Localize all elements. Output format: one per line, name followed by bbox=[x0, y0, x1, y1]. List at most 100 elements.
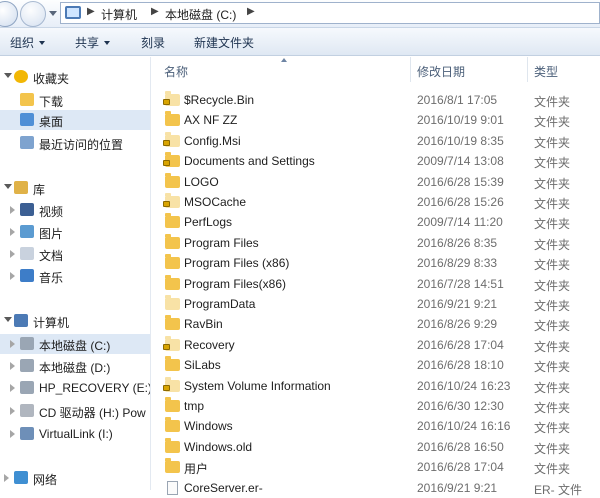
nav-item-11[interactable]: 本地磁盘 (D:) bbox=[0, 356, 150, 376]
chevron-down-icon bbox=[104, 41, 111, 45]
file-row[interactable]: SiLabs 2016/6/28 18:10 文件夹 bbox=[151, 355, 600, 375]
file-type: 文件夹 bbox=[534, 156, 571, 171]
file-row[interactable]: tmp 2016/6/30 12:30 文件夹 bbox=[151, 396, 600, 416]
file-row[interactable]: Windows 2016/10/24 16:16 文件夹 bbox=[151, 416, 600, 436]
nav-item-1[interactable]: 下载 bbox=[0, 90, 150, 110]
file-row[interactable]: Recovery 2016/6/28 17:04 文件夹 bbox=[151, 335, 600, 355]
nav-item-5[interactable]: 视频 bbox=[0, 200, 150, 220]
collapse-arrow-icon[interactable] bbox=[4, 184, 12, 189]
nav-item-0[interactable]: 收藏夹 bbox=[0, 67, 150, 87]
file-row[interactable]: LOGO 2016/6/28 15:39 文件夹 bbox=[151, 172, 600, 192]
file-row[interactable]: Program Files (x86) 2016/8/29 8:33 文件夹 bbox=[151, 253, 600, 273]
nav-item-15[interactable]: 网络 bbox=[0, 468, 150, 488]
file-row[interactable]: RavBin 2016/8/26 9:29 文件夹 bbox=[151, 314, 600, 334]
folder-icon bbox=[165, 356, 180, 372]
nav-item-10[interactable]: 本地磁盘 (C:) bbox=[0, 334, 150, 354]
navigation-pane[interactable]: 收藏夹下载桌面最近访问的位置库视频 图片 文档 音乐计算机本地磁盘 (C:) 本地磁盘 … bbox=[0, 57, 150, 490]
file-row[interactable]: AX NF ZZ 2016/10/19 9:01 文件夹 bbox=[151, 110, 600, 130]
folder-icon bbox=[165, 111, 180, 127]
expand-arrow-icon[interactable] bbox=[4, 474, 9, 482]
nav-item-2[interactable]: 桌面 bbox=[0, 110, 150, 130]
file-type: 文件夹 bbox=[534, 339, 571, 354]
file-row[interactable]: System Volume Information 2016/10/24 16:2… bbox=[151, 376, 600, 396]
column-header-date[interactable]: 修改日期 bbox=[417, 63, 465, 80]
file-modified-date: 2016/10/19 9:01 bbox=[417, 113, 504, 128]
nav-item-label: 计算机 bbox=[33, 316, 70, 330]
file-type: 文件夹 bbox=[534, 278, 571, 293]
file-name: RavBin bbox=[184, 317, 223, 332]
file-name: Windows bbox=[184, 419, 233, 434]
file-modified-date: 2009/7/14 11:20 bbox=[417, 215, 503, 230]
file-name: LOGO bbox=[184, 174, 219, 189]
file-type: ER- 文件 bbox=[534, 482, 583, 497]
forward-button[interactable] bbox=[20, 1, 46, 27]
documents-icon bbox=[20, 247, 34, 260]
recent-pages-dropdown[interactable] bbox=[49, 11, 57, 16]
nav-item-9[interactable]: 计算机 bbox=[0, 311, 150, 331]
file-row[interactable]: 用户 2016/6/28 17:04 文件夹 bbox=[151, 457, 600, 477]
file-type: 文件夹 bbox=[534, 380, 571, 395]
address-field[interactable]: ▶ 计算机 ▶ 本地磁盘 (C:) ▶ bbox=[60, 2, 600, 24]
file-name: MSOCache bbox=[184, 195, 247, 209]
file-name: Documents and Settings bbox=[184, 154, 315, 169]
nav-item-14[interactable]: VirtualLink (I:) bbox=[0, 424, 150, 444]
column-divider[interactable] bbox=[527, 57, 528, 82]
file-row[interactable]: ProgramData 2016/9/21 9:21 文件夹 bbox=[151, 294, 600, 314]
new-folder-button[interactable]: 新建文件夹 bbox=[194, 34, 254, 51]
nav-item-7[interactable]: 文档 bbox=[0, 244, 150, 264]
file-row[interactable]: Windows.old 2016/6/28 16:50 文件夹 bbox=[151, 437, 600, 457]
expand-arrow-icon[interactable] bbox=[10, 272, 15, 280]
breadcrumb-local-disk-c[interactable]: 本地磁盘 (C:) bbox=[165, 6, 236, 23]
column-header-type[interactable]: 类型 bbox=[534, 63, 558, 80]
nav-item-label: 桌面 bbox=[39, 115, 64, 129]
expand-arrow-icon[interactable] bbox=[10, 384, 15, 392]
file-row[interactable]: MSOCache 2016/6/28 15:26 文件夹 bbox=[151, 192, 600, 212]
chevron-right-icon[interactable]: ▶ bbox=[151, 6, 159, 17]
expand-arrow-icon[interactable] bbox=[10, 362, 15, 370]
collapse-arrow-icon[interactable] bbox=[4, 317, 12, 322]
file-row[interactable]: CoreServer.er- 2016/9/21 9:21 ER- 文件 bbox=[151, 478, 600, 498]
burn-button[interactable]: 刻录 bbox=[141, 34, 165, 51]
file-modified-date: 2016/6/30 12:30 bbox=[417, 399, 504, 413]
nav-item-8[interactable]: 音乐 bbox=[0, 266, 150, 286]
nav-item-label: 库 bbox=[33, 183, 46, 197]
expand-arrow-icon[interactable] bbox=[10, 407, 15, 415]
command-bar: 组织 共享 刻录 新建文件夹 bbox=[0, 28, 600, 56]
nav-item-4[interactable]: 库 bbox=[0, 178, 150, 198]
nav-item-label: 收藏夹 bbox=[33, 72, 70, 86]
file-type: 文件夹 bbox=[534, 217, 571, 232]
chevron-right-icon[interactable]: ▶ bbox=[247, 6, 255, 17]
nav-item-6[interactable]: 图片 bbox=[0, 222, 150, 242]
chevron-right-icon[interactable]: ▶ bbox=[87, 6, 95, 17]
breadcrumb-computer[interactable]: 计算机 bbox=[101, 6, 137, 23]
nav-item-3[interactable]: 最近访问的位置 bbox=[0, 133, 150, 153]
file-row[interactable]: Documents and Settings 2009/7/14 13:08 文件夹 bbox=[151, 151, 600, 171]
organize-label: 组织 bbox=[10, 36, 35, 50]
expand-arrow-icon[interactable] bbox=[10, 430, 15, 438]
file-row[interactable]: Config.Msi 2016/10/19 8:35 文件夹 bbox=[151, 131, 600, 151]
file-row[interactable]: Program Files(x86) 2016/7/28 14:51 文件夹 bbox=[151, 274, 600, 294]
lock-icon bbox=[163, 160, 170, 167]
expand-arrow-icon[interactable] bbox=[10, 206, 15, 214]
column-divider[interactable] bbox=[410, 57, 411, 82]
expand-arrow-icon[interactable] bbox=[10, 250, 15, 258]
share-button[interactable]: 共享 bbox=[75, 34, 111, 51]
column-header-name[interactable]: 名称 bbox=[164, 63, 188, 80]
back-button[interactable] bbox=[0, 1, 18, 27]
organize-button[interactable]: 组织 bbox=[10, 34, 46, 51]
expand-arrow-icon[interactable] bbox=[10, 340, 15, 348]
file-list[interactable]: 名称 修改日期 类型 $Recycle.Bin 2016/8/1 17:05 文件夹… bbox=[151, 57, 600, 497]
file-modified-date: 2016/10/24 16:16 bbox=[417, 419, 511, 434]
videos-icon bbox=[20, 203, 34, 216]
file-row[interactable]: $Recycle.Bin 2016/8/1 17:05 文件夹 bbox=[151, 90, 600, 110]
nav-item-12[interactable]: HP_RECOVERY (E:) bbox=[0, 378, 150, 398]
folder-icon bbox=[165, 437, 180, 453]
nav-item-13[interactable]: CD 驱动器 (H:) Pow bbox=[0, 401, 150, 421]
file-row[interactable]: PerfLogs 2009/7/14 11:20 文件夹 bbox=[151, 212, 600, 232]
file-row[interactable]: Program Files 2016/8/26 8:35 文件夹 bbox=[151, 233, 600, 253]
file-name: Program Files bbox=[184, 235, 259, 250]
file-modified-date: 2016/8/26 8:35 bbox=[417, 235, 498, 250]
collapse-arrow-icon[interactable] bbox=[4, 73, 12, 78]
address-bar: ▶ 计算机 ▶ 本地磁盘 (C:) ▶ bbox=[0, 0, 600, 28]
expand-arrow-icon[interactable] bbox=[10, 228, 15, 236]
